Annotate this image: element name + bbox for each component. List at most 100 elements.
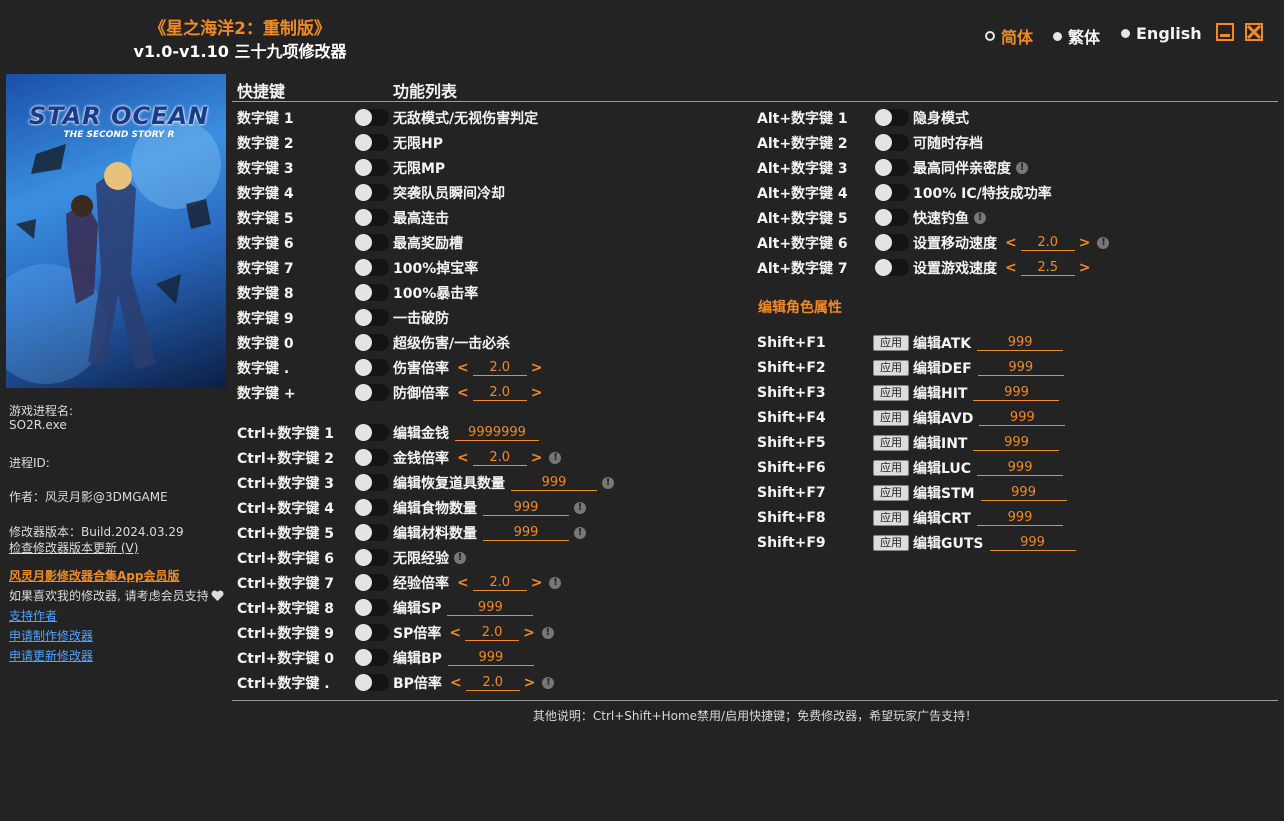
- value-spinner[interactable]: 2.0: [472, 360, 527, 376]
- decrease-arrow[interactable]: <: [455, 385, 471, 401]
- feature-toggle[interactable]: [875, 234, 909, 251]
- decrease-arrow[interactable]: <: [455, 575, 471, 591]
- request-update-link[interactable]: 申请更新修改器: [9, 647, 93, 664]
- info-icon[interactable]: !: [542, 677, 555, 689]
- feature-toggle[interactable]: [355, 184, 389, 201]
- decrease-arrow[interactable]: <: [455, 450, 471, 466]
- feature-toggle[interactable]: [355, 359, 389, 376]
- feature-toggle[interactable]: [355, 284, 389, 301]
- value-input[interactable]: 999: [977, 335, 1064, 351]
- support-author-link[interactable]: 支持作者: [9, 607, 57, 624]
- feature-toggle[interactable]: [355, 674, 389, 691]
- feature-toggle[interactable]: [355, 424, 389, 441]
- apply-button[interactable]: 应用: [873, 385, 909, 401]
- feature-toggle[interactable]: [875, 109, 909, 126]
- feature-toggle[interactable]: [355, 549, 389, 566]
- info-icon[interactable]: !: [1016, 162, 1028, 174]
- feature-toggle[interactable]: [355, 649, 389, 666]
- feature-toggle[interactable]: [355, 309, 389, 326]
- value-input[interactable]: 999: [989, 535, 1076, 551]
- value-input[interactable]: 999: [977, 460, 1064, 476]
- value-input[interactable]: 999: [483, 525, 569, 541]
- increase-arrow[interactable]: >: [522, 675, 538, 691]
- value-spinner[interactable]: 2.0: [472, 450, 527, 466]
- hotkey-label: Ctrl+数字键 4: [237, 501, 335, 517]
- value-input[interactable]: 999: [976, 510, 1063, 526]
- apply-button[interactable]: 应用: [873, 460, 909, 476]
- increase-arrow[interactable]: >: [521, 625, 537, 641]
- decrease-arrow[interactable]: <: [455, 360, 471, 376]
- info-icon[interactable]: !: [549, 577, 562, 589]
- value-input[interactable]: 999: [979, 410, 1066, 426]
- close-button[interactable]: [1245, 23, 1263, 41]
- feature-toggle[interactable]: [355, 574, 389, 591]
- value-input[interactable]: 999: [511, 475, 597, 491]
- feature-toggle[interactable]: [355, 209, 389, 226]
- value-input[interactable]: 999: [483, 500, 569, 516]
- lang-traditional[interactable]: 繁体: [1053, 24, 1100, 48]
- apply-button[interactable]: 应用: [873, 535, 909, 551]
- info-icon[interactable]: !: [549, 452, 562, 464]
- value-spinner[interactable]: 2.0: [1020, 235, 1075, 251]
- value-input[interactable]: 9999999: [455, 425, 539, 441]
- increase-arrow[interactable]: >: [529, 385, 545, 401]
- feature-toggle[interactable]: [355, 259, 389, 276]
- increase-arrow[interactable]: >: [1077, 235, 1093, 251]
- value-input[interactable]: 999: [973, 435, 1060, 451]
- apply-button[interactable]: 应用: [873, 410, 909, 426]
- feature-toggle[interactable]: [355, 234, 389, 251]
- minimize-button[interactable]: [1216, 23, 1234, 41]
- feature-toggle[interactable]: [875, 259, 909, 276]
- increase-arrow[interactable]: >: [529, 575, 545, 591]
- decrease-arrow[interactable]: <: [1003, 235, 1019, 251]
- feature-toggle[interactable]: [355, 384, 389, 401]
- apply-button[interactable]: 应用: [873, 335, 909, 351]
- apply-button[interactable]: 应用: [873, 510, 909, 526]
- feature-toggle[interactable]: [355, 449, 389, 466]
- app-promo-link[interactable]: 风灵月影修改器合集App会员版: [9, 567, 179, 584]
- apply-button[interactable]: 应用: [873, 360, 909, 376]
- info-icon[interactable]: !: [541, 627, 554, 639]
- value-input[interactable]: 999: [980, 485, 1067, 501]
- increase-arrow[interactable]: >: [1077, 260, 1093, 276]
- value-input[interactable]: 999: [447, 650, 534, 666]
- value-spinner[interactable]: 2.0: [472, 385, 527, 401]
- feature-toggle[interactable]: [875, 159, 909, 176]
- info-icon[interactable]: !: [1097, 237, 1110, 249]
- value-spinner[interactable]: 2.0: [465, 675, 520, 691]
- decrease-arrow[interactable]: <: [1003, 260, 1019, 276]
- check-update-link[interactable]: 检查修改器版本更新 (V): [9, 539, 138, 556]
- feature-toggle[interactable]: [355, 499, 389, 516]
- decrease-arrow[interactable]: <: [447, 625, 463, 641]
- feature-toggle[interactable]: [355, 524, 389, 541]
- apply-button[interactable]: 应用: [873, 435, 909, 451]
- feature-toggle[interactable]: [355, 159, 389, 176]
- increase-arrow[interactable]: >: [529, 450, 545, 466]
- info-icon[interactable]: !: [574, 527, 586, 539]
- request-make-link[interactable]: 申请制作修改器: [9, 627, 93, 644]
- info-icon[interactable]: !: [454, 552, 466, 564]
- feature-toggle[interactable]: [355, 334, 389, 351]
- feature-toggle[interactable]: [355, 474, 389, 491]
- lang-simplified[interactable]: 简体: [985, 24, 1033, 48]
- value-spinner[interactable]: 2.0: [465, 625, 520, 641]
- info-icon[interactable]: !: [602, 477, 614, 489]
- info-icon[interactable]: !: [574, 502, 586, 514]
- feature-toggle[interactable]: [355, 599, 389, 616]
- feature-toggle[interactable]: [875, 134, 909, 151]
- feature-toggle[interactable]: [355, 624, 389, 641]
- value-input[interactable]: 999: [447, 600, 534, 616]
- feature-toggle[interactable]: [355, 134, 389, 151]
- value-spinner[interactable]: 2.0: [472, 575, 527, 591]
- value-input[interactable]: 999: [977, 360, 1064, 376]
- info-icon[interactable]: !: [974, 212, 986, 224]
- decrease-arrow[interactable]: <: [448, 675, 464, 691]
- lang-english[interactable]: English: [1121, 24, 1202, 43]
- feature-toggle[interactable]: [355, 109, 389, 126]
- feature-toggle[interactable]: [875, 184, 909, 201]
- increase-arrow[interactable]: >: [529, 360, 545, 376]
- feature-toggle[interactable]: [875, 209, 909, 226]
- apply-button[interactable]: 应用: [873, 485, 909, 501]
- value-input[interactable]: 999: [973, 385, 1060, 401]
- value-spinner[interactable]: 2.5: [1020, 260, 1075, 276]
